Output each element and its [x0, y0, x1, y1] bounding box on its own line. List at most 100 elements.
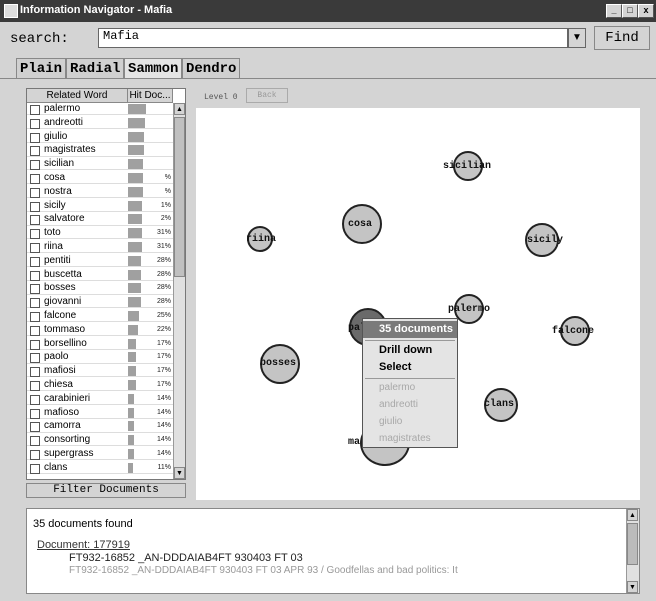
row-checkbox[interactable] — [30, 436, 40, 447]
row-checkbox[interactable] — [30, 312, 40, 322]
table-row[interactable]: salvatore 2% — [27, 213, 173, 226]
table-scrollbar[interactable]: ▲ ▼ — [173, 103, 185, 479]
table-row[interactable]: giulio — [27, 131, 173, 143]
search-input[interactable]: Mafia — [98, 28, 568, 48]
scroll-up-icon[interactable]: ▲ — [627, 509, 638, 521]
results-scrollbar[interactable]: ▲ ▼ — [626, 509, 639, 593]
filter-documents-button[interactable]: Filter Documents — [26, 483, 186, 498]
table-row[interactable]: toto 31% — [27, 227, 173, 240]
table-row[interactable]: magistrates — [27, 144, 173, 157]
related-word: camorra — [44, 420, 81, 432]
table-row[interactable]: giovanni 28% — [27, 296, 173, 309]
related-word: borsellino — [44, 337, 87, 349]
context-menu: 35 documents Drill down Select palermo a… — [362, 318, 458, 448]
table-row[interactable]: clans 11% — [27, 461, 173, 475]
row-checkbox[interactable] — [30, 201, 40, 212]
close-button[interactable]: x — [638, 4, 654, 18]
table-row[interactable]: camorra 14% — [27, 420, 173, 433]
table-row[interactable]: riina 31% — [27, 241, 173, 254]
table-row[interactable]: consorting 14% — [27, 434, 173, 447]
tab-dendro[interactable]: Dendro — [182, 58, 241, 78]
row-checkbox[interactable] — [30, 243, 40, 253]
scrollbar-thumb[interactable] — [627, 523, 638, 565]
table-row[interactable]: carabinieri 14% — [27, 392, 173, 406]
hit-doc-bar — [128, 104, 146, 114]
related-word: clans — [44, 461, 68, 473]
row-checkbox[interactable] — [30, 339, 40, 350]
document-link[interactable]: Document: 177919 — [37, 539, 130, 551]
row-checkbox[interactable] — [30, 187, 40, 198]
scroll-down-icon[interactable]: ▼ — [627, 581, 638, 593]
table-row[interactable]: sicilian — [27, 158, 173, 171]
row-checkbox[interactable] — [30, 118, 40, 129]
menu-item-select[interactable]: Select — [363, 359, 457, 376]
table-row[interactable]: supergrass 14% — [27, 448, 173, 461]
hit-doc-bar — [128, 131, 145, 142]
row-checkbox[interactable] — [30, 284, 40, 295]
row-checkbox[interactable] — [30, 298, 40, 309]
table-row[interactable]: palermo — [27, 103, 173, 116]
row-checkbox[interactable] — [30, 353, 40, 364]
hit-doc-bar — [128, 242, 142, 252]
scroll-down-icon[interactable]: ▼ — [174, 467, 185, 479]
row-checkbox[interactable] — [30, 229, 40, 240]
search-dropdown-button[interactable]: ▼ — [568, 28, 586, 48]
table-row[interactable]: andreotti — [27, 117, 173, 130]
table-row[interactable]: mafiosi 17% — [27, 365, 173, 378]
row-checkbox[interactable] — [30, 422, 40, 433]
tab-sammon[interactable]: Sammon — [124, 58, 183, 78]
hit-doc-bar — [128, 269, 141, 280]
table-row[interactable]: cosa% — [27, 172, 173, 185]
table-row[interactable]: paolo 17% — [27, 351, 173, 364]
table-row[interactable]: falcone 25% — [27, 310, 173, 323]
row-checkbox[interactable] — [30, 450, 40, 460]
row-checkbox[interactable] — [30, 256, 40, 267]
row-checkbox[interactable] — [30, 105, 40, 115]
row-checkbox[interactable] — [30, 367, 40, 378]
table-row[interactable]: mafioso 14% — [27, 407, 173, 419]
menu-item-drill-down[interactable]: Drill down — [363, 342, 457, 359]
hit-doc-bar — [128, 352, 136, 363]
related-word: salvatore — [44, 213, 85, 225]
related-word: giovanni — [44, 296, 82, 308]
hit-doc-cell: 14% — [128, 421, 173, 432]
scroll-up-icon[interactable]: ▲ — [174, 103, 185, 115]
table-row[interactable]: borsellino 17% — [27, 338, 173, 350]
hit-doc-bar — [128, 255, 141, 266]
table-row[interactable]: bosses 28% — [27, 282, 173, 295]
tab-plain[interactable]: Plain — [16, 58, 67, 78]
related-word: cosa — [44, 172, 66, 183]
row-checkbox[interactable] — [30, 463, 40, 474]
row-checkbox[interactable] — [30, 325, 40, 336]
tab-radial[interactable]: Radial — [66, 58, 125, 78]
row-checkbox[interactable] — [30, 381, 40, 391]
row-checkbox[interactable] — [30, 270, 40, 281]
column-header-hit-doc[interactable]: Hit Doc... — [128, 89, 173, 103]
row-checkbox[interactable] — [30, 215, 40, 226]
row-checkbox[interactable] — [30, 132, 40, 143]
table-row[interactable]: nostra% — [27, 186, 173, 199]
hit-doc-cell: 14% — [128, 435, 173, 446]
table-row[interactable]: pentiti 28% — [27, 255, 173, 268]
row-checkbox[interactable] — [30, 394, 40, 405]
row-checkbox[interactable] — [30, 160, 40, 171]
row-checkbox[interactable] — [30, 408, 40, 419]
table-row[interactable]: buscetta 28% — [27, 269, 173, 281]
row-checkbox[interactable] — [30, 174, 40, 184]
table-row[interactable]: sicily 1% — [27, 200, 173, 212]
find-button[interactable]: Find — [594, 26, 650, 50]
search-label: search: — [10, 31, 69, 47]
maximize-button[interactable]: □ — [622, 4, 638, 18]
hit-doc-percent: 14% — [156, 436, 171, 444]
back-button[interactable]: Back — [246, 88, 288, 103]
row-checkbox[interactable] — [30, 146, 40, 157]
title-bar: Information Navigator - Mafia _ □ x — [0, 0, 656, 22]
table-row[interactable]: tommaso 22% — [27, 324, 173, 337]
table-row[interactable]: chiesa 17% — [27, 379, 173, 392]
related-word: carabinieri — [44, 392, 91, 404]
column-header-related-word[interactable]: Related Word — [27, 89, 128, 103]
hit-doc-cell: 31% — [128, 228, 173, 239]
menu-header-documents[interactable]: 35 documents — [363, 321, 457, 338]
scrollbar-thumb[interactable] — [174, 117, 185, 277]
minimize-button[interactable]: _ — [606, 4, 622, 18]
